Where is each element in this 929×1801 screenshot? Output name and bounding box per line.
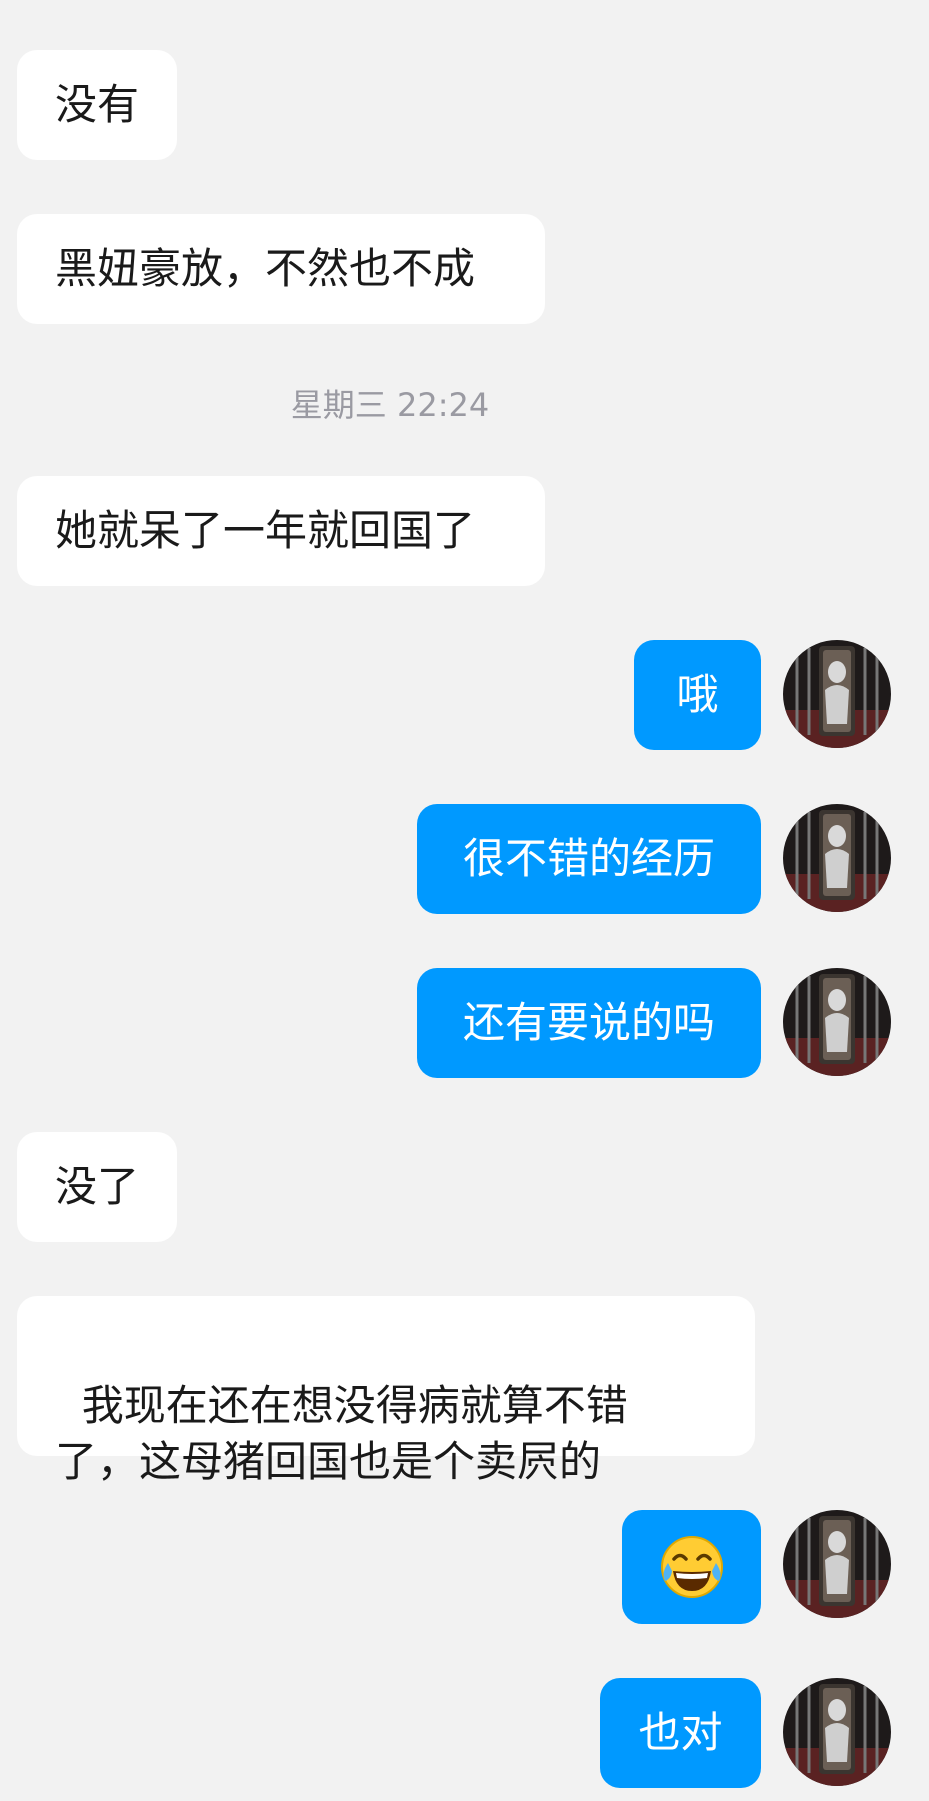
message-timestamp: 星期三 22:24 (290, 386, 490, 424)
message-text: 还有要说的吗 (462, 998, 715, 1047)
message-text: 没有 (55, 80, 140, 129)
user-avatar-icon (783, 640, 891, 748)
avatar[interactable] (783, 1678, 891, 1786)
message-text: 也对 (638, 1708, 723, 1757)
message-text: 她就呆了一年就回国了 (55, 506, 476, 555)
message-text: 很不错的经历 (462, 834, 715, 883)
avatar[interactable] (783, 1510, 891, 1618)
message-outgoing-emoji[interactable] (622, 1510, 761, 1624)
user-avatar-icon (783, 804, 891, 912)
message-outgoing-2[interactable]: 很不错的经历 (417, 804, 761, 914)
message-outgoing-1[interactable]: 哦 (634, 640, 761, 750)
message-incoming-1[interactable]: 没有 (17, 50, 177, 160)
message-incoming-4[interactable]: 没了 (17, 1132, 177, 1242)
message-outgoing-4[interactable]: 也对 (600, 1678, 761, 1788)
user-avatar-icon (783, 1510, 891, 1618)
avatar[interactable] (783, 804, 891, 912)
message-text: 哦 (676, 670, 719, 719)
message-outgoing-3[interactable]: 还有要说的吗 (417, 968, 761, 1078)
message-incoming-5[interactable]: 我现在还在想没得病就算不错 了，这母猪回国也是个卖屄的 (17, 1296, 755, 1486)
user-avatar-icon (783, 968, 891, 1076)
message-incoming-3[interactable]: 她就呆了一年就回国了 (17, 476, 545, 586)
face-with-tears-of-joy-icon (660, 1536, 723, 1598)
message-text: 我现在还在想没得病就算不错 了，这母猪回国也是个卖屄的 (55, 1381, 628, 1486)
message-text: 黑妞豪放，不然也不成 (55, 244, 476, 293)
message-text: 没了 (55, 1162, 140, 1211)
user-avatar-icon (783, 1678, 891, 1786)
message-incoming-2[interactable]: 黑妞豪放，不然也不成 (17, 214, 545, 324)
avatar[interactable] (783, 640, 891, 748)
avatar[interactable] (783, 968, 891, 1076)
